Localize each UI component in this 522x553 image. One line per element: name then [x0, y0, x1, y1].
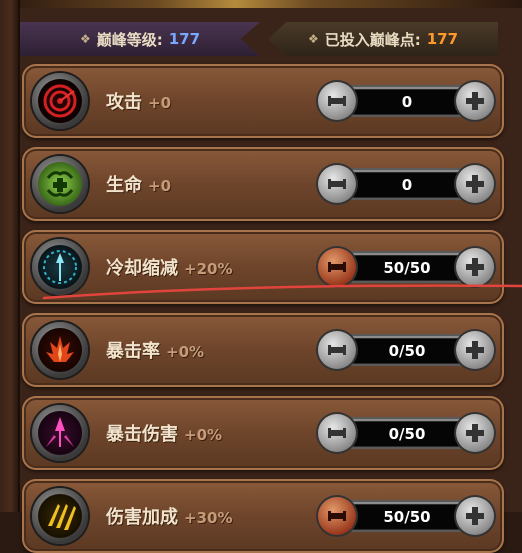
decrease-button[interactable] — [318, 414, 356, 452]
minus-icon — [328, 96, 346, 106]
increase-button[interactable] — [456, 497, 494, 535]
invested-points-banner: ❖ 已投入巅峰点: 177 — [268, 22, 498, 56]
decrease-button[interactable] — [318, 497, 356, 535]
peak-level-label: 巅峰等级: — [96, 30, 163, 49]
decrease-button[interactable] — [318, 331, 356, 369]
decrease-button[interactable] — [318, 82, 356, 120]
diamond-icon: ❖ — [307, 32, 319, 46]
stat-row-attack: 攻击 +0 0 — [22, 64, 504, 138]
stat-label: 冷却缩减 +20% — [106, 258, 233, 279]
stat-label: 暴击伤害 +0% — [106, 424, 223, 445]
increase-button[interactable] — [456, 165, 494, 203]
damage-bonus-stepper: 50/50 — [318, 497, 494, 535]
minus-icon — [328, 179, 346, 189]
stat-row-crit-damage: 暴击伤害 +0% 0/50 — [22, 396, 504, 470]
decrease-button[interactable] — [318, 165, 356, 203]
crit-rate-stepper: 0/50 — [318, 331, 494, 369]
left-frame-rail — [0, 0, 20, 512]
minus-icon — [328, 262, 346, 272]
crit-damage-icon-frame — [32, 405, 88, 461]
stepper-value: 50/50 — [352, 255, 462, 281]
stepper-value: 0 — [352, 89, 462, 115]
stat-label: 暴击率 +0% — [106, 341, 205, 362]
plus-icon — [466, 507, 484, 525]
top-decoration — [0, 0, 522, 8]
life-stepper: 0 — [318, 165, 494, 203]
peak-level-banner: ❖ 巅峰等级: 177 — [20, 22, 260, 56]
increase-button[interactable] — [456, 82, 494, 120]
stat-row-damage-bonus: 伤害加成 +30% 50/50 — [22, 479, 504, 553]
minus-icon — [328, 345, 346, 355]
increase-button[interactable] — [456, 331, 494, 369]
attack-stepper: 0 — [318, 82, 494, 120]
damage-bonus-claw-icon — [38, 494, 82, 538]
stepper-value: 0/50 — [352, 421, 462, 447]
stat-label: 攻击 +0 — [106, 92, 172, 113]
life-icon-frame — [32, 156, 88, 212]
stat-label: 生命 +0 — [106, 175, 172, 196]
decrease-button[interactable] — [318, 248, 356, 286]
plus-icon — [466, 258, 484, 276]
attack-icon-frame — [32, 73, 88, 129]
crit-damage-stepper: 0/50 — [318, 414, 494, 452]
crit-damage-spear-icon — [38, 411, 82, 455]
stat-label: 伤害加成 +30% — [106, 507, 233, 528]
damage-bonus-icon-frame — [32, 488, 88, 544]
crit-rate-flame-icon — [38, 328, 82, 372]
plus-icon — [466, 92, 484, 110]
stat-row-cooldown: 冷却缩减 +20% 50/50 — [22, 230, 504, 304]
plus-icon — [466, 424, 484, 442]
crit-rate-icon-frame — [32, 322, 88, 378]
plus-icon — [466, 175, 484, 193]
stat-row-crit-rate: 暴击率 +0% 0/50 — [22, 313, 504, 387]
minus-icon — [328, 511, 346, 521]
stepper-value: 0 — [352, 172, 462, 198]
increase-button[interactable] — [456, 248, 494, 286]
cooldown-icon-frame — [32, 239, 88, 295]
stepper-value: 50/50 — [352, 504, 462, 530]
cooldown-stepper: 50/50 — [318, 248, 494, 286]
stat-row-life: 生命 +0 0 — [22, 147, 504, 221]
attack-target-icon — [38, 79, 82, 123]
peak-level-value: 177 — [168, 30, 201, 48]
stepper-value: 0/50 — [352, 338, 462, 364]
minus-icon — [328, 428, 346, 438]
invested-points-label: 已投入巅峰点: — [324, 30, 421, 49]
plus-icon — [466, 341, 484, 359]
invested-points-value: 177 — [426, 30, 459, 48]
cooldown-spear-icon — [38, 245, 82, 289]
diamond-icon: ❖ — [79, 32, 91, 46]
life-cross-icon — [38, 162, 82, 206]
increase-button[interactable] — [456, 414, 494, 452]
